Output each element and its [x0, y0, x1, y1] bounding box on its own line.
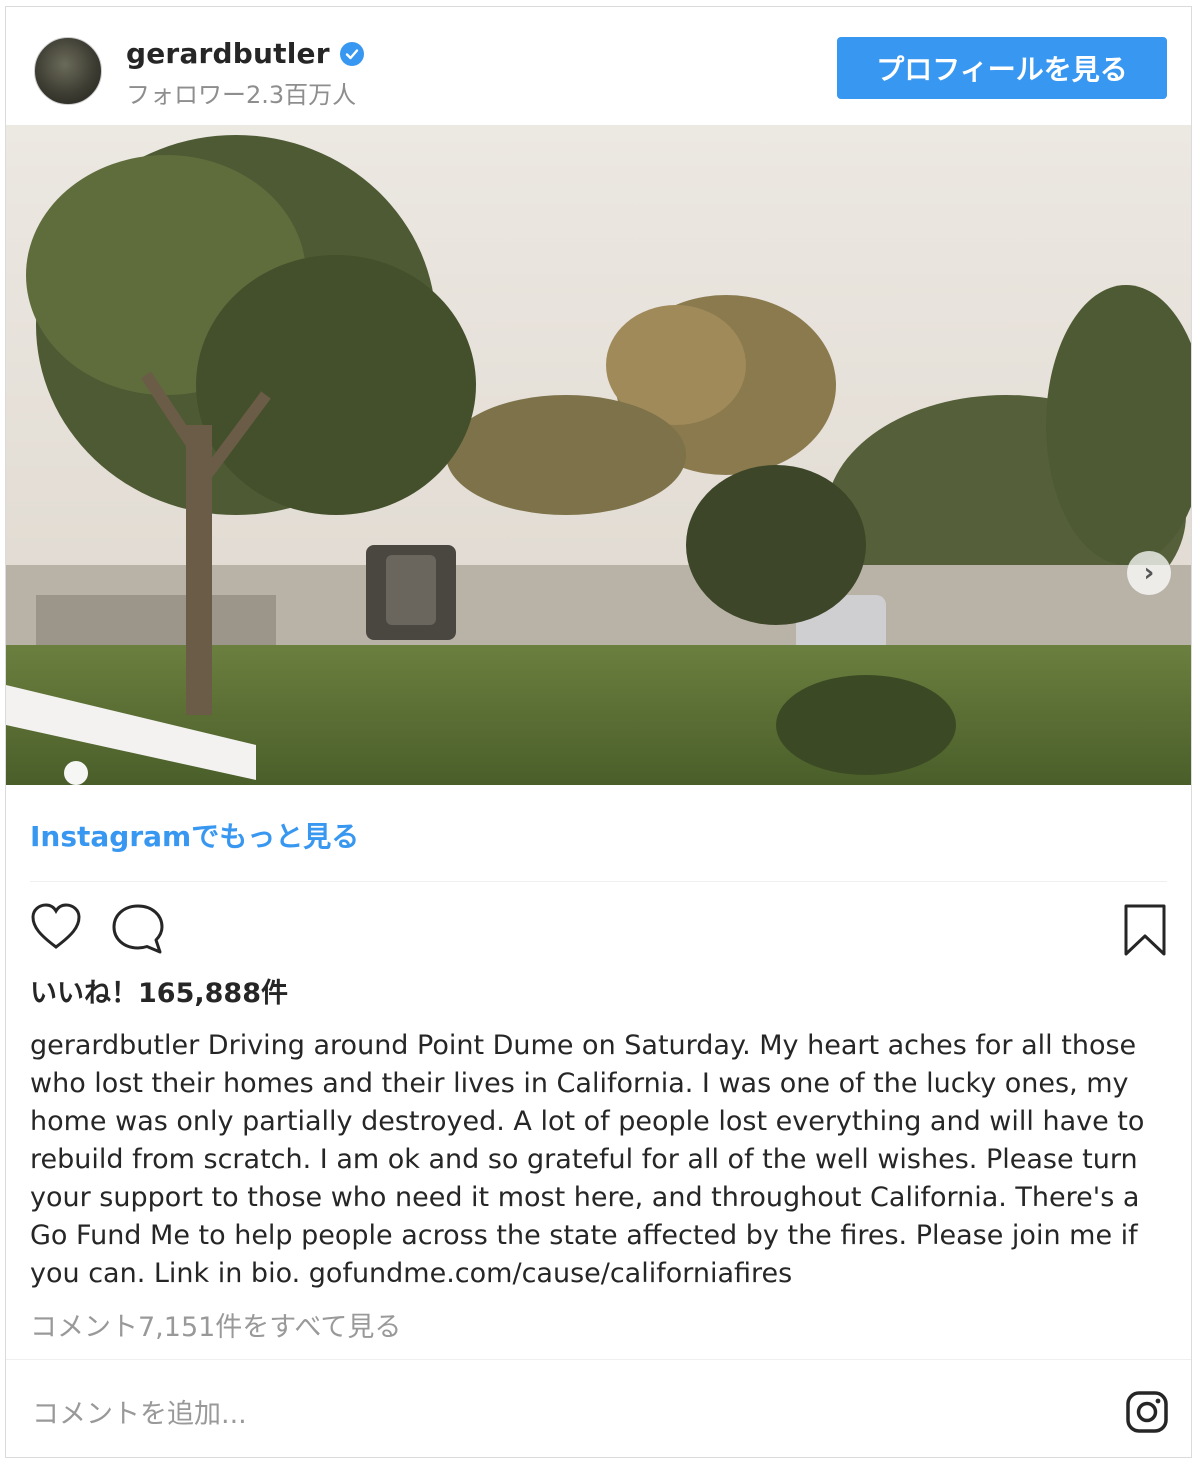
view-profile-button[interactable]: プロフィールを見る — [837, 37, 1167, 99]
instagram-icon[interactable] — [1125, 1390, 1169, 1434]
post-header: gerardbutler フォロワー2.3百万人 プロフィールを見る — [6, 7, 1191, 125]
post-image-illustration — [6, 125, 1191, 785]
caption-username[interactable]: gerardbutler — [30, 1030, 199, 1061]
heart-icon[interactable] — [30, 903, 82, 955]
bookmark-icon[interactable] — [1123, 903, 1167, 961]
like-count[interactable]: いいね！165,888件 — [30, 971, 288, 1010]
caption-text: Driving around Point Dume on Saturday. M… — [30, 1030, 1145, 1289]
view-all-comments-link[interactable]: コメント7,151件をすべて見る — [30, 1305, 401, 1344]
verified-badge-icon — [339, 41, 364, 66]
username[interactable]: gerardbutler — [126, 37, 330, 70]
follower-count: フォロワー2.3百万人 — [126, 81, 357, 109]
instagram-embed-card: gerardbutler フォロワー2.3百万人 プロフィールを見る › Ins… — [5, 6, 1192, 1458]
divider — [30, 881, 1167, 882]
username-row: gerardbutler — [126, 37, 364, 70]
comment-input[interactable] — [30, 1391, 934, 1437]
post-caption: gerardbutler Driving around Point Dume o… — [30, 1027, 1165, 1293]
comment-bubble-icon[interactable] — [110, 903, 166, 959]
post-photo[interactable]: › — [6, 125, 1191, 785]
chevron-right-icon[interactable]: › — [1127, 551, 1171, 595]
view-more-on-instagram-link[interactable]: Instagramでもっと見る — [30, 815, 359, 855]
divider — [6, 1359, 1191, 1360]
avatar[interactable] — [34, 37, 102, 105]
